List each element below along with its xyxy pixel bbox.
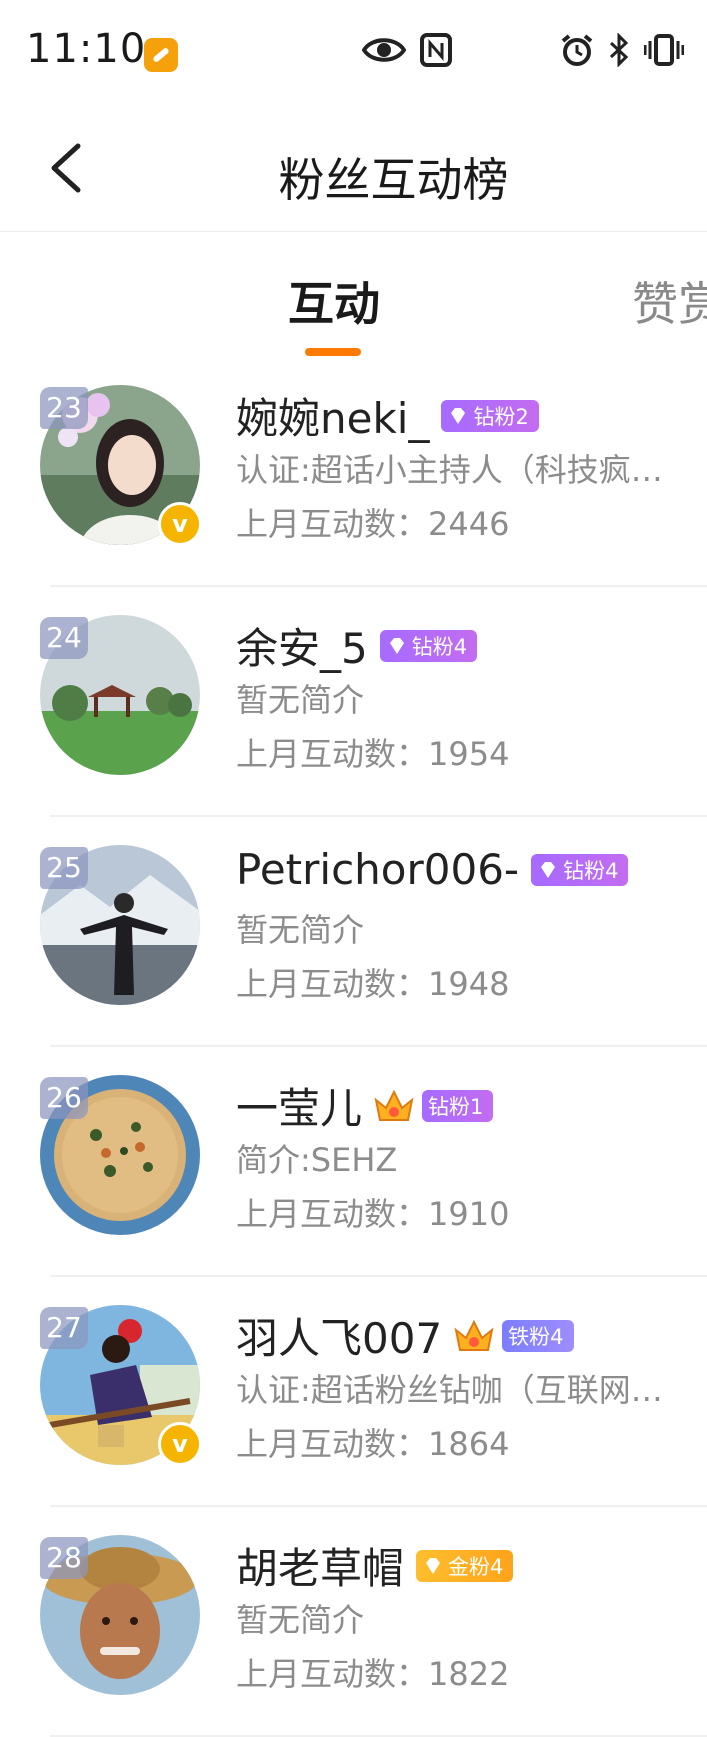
list-item[interactable]: 26 一莹儿 钻粉1 简介:SEHZ 上月互动数：1910 (0, 1047, 707, 1277)
count-value: 1822 (428, 1655, 510, 1693)
tab-interaction[interactable]: 互动 (288, 268, 380, 334)
name-line: 余安_5 钻粉4 (236, 615, 478, 676)
app-notification-icon (144, 38, 178, 72)
count-value: 1954 (428, 735, 510, 773)
user-bio: 认证:超话粉丝钻咖（互联网… (236, 1371, 663, 1409)
rank-badge: 28 (40, 1537, 88, 1579)
count-label: 上月互动数： (236, 1195, 429, 1233)
eye-icon (361, 35, 407, 69)
count-label: 上月互动数： (236, 505, 429, 543)
count-label: 上月互动数： (236, 735, 429, 773)
status-icons-right (560, 30, 685, 74)
fan-level-badge: 钻粉4 (379, 629, 478, 662)
count-label: 上月互动数： (236, 1425, 429, 1463)
rank-badge: 25 (40, 847, 88, 889)
fan-level-label: 金粉4 (448, 1554, 504, 1579)
fan-level-label: 钻粉1 (428, 1094, 484, 1119)
user-bio: 暂无简介 (236, 911, 365, 949)
name-line: 羽人飞007 铁粉4 (236, 1305, 574, 1366)
user-bio: 认证:超话小主持人（科技疯… (236, 451, 663, 489)
fan-level-badge: 金粉4 (416, 1549, 514, 1582)
list-item[interactable]: 24 余安_5 钻粉4 暂无简介 上月互动数：1954 (0, 587, 707, 817)
fan-level-label: 钻粉4 (563, 858, 619, 883)
bluetooth-icon (608, 32, 630, 71)
user-name[interactable]: Petrichor006- (236, 845, 519, 894)
count-value: 1948 (428, 965, 510, 1003)
count-label: 上月互动数： (236, 1655, 429, 1693)
page-title: 粉丝互动榜 (278, 153, 509, 207)
interaction-count: 上月互动数：1954 (236, 729, 509, 775)
user-bio: 暂无简介 (236, 681, 365, 719)
fan-level-badge: 铁粉4 (502, 1319, 574, 1352)
diamond-icon (389, 637, 404, 654)
name-line: 胡老草帽 金粉4 (236, 1535, 514, 1596)
header-bar: 粉丝互动榜 (0, 106, 707, 232)
fan-level-label: 铁粉4 (508, 1324, 564, 1349)
crown-icon (454, 1319, 494, 1351)
active-tab-indicator (305, 348, 361, 356)
diamond-icon (451, 407, 466, 424)
list-item[interactable]: 28 胡老草帽 金粉4 暂无简介 上月互动数：1822 (0, 1507, 707, 1737)
status-bar: 11:10 (0, 0, 707, 106)
count-label: 上月互动数： (236, 965, 429, 1003)
fan-level-badge: 钻粉2 (441, 399, 539, 432)
interaction-count: 上月互动数：1948 (236, 959, 509, 1005)
rank-badge: 27 (40, 1307, 88, 1349)
fan-level-badge: 钻粉1 (422, 1089, 494, 1122)
user-name[interactable]: 一莹儿 (236, 1075, 362, 1136)
count-value: 2446 (428, 505, 510, 543)
interaction-count: 上月互动数：1864 (236, 1419, 509, 1465)
tab-bar: 互动 赞赏 (0, 232, 707, 357)
fan-level-label: 钻粉4 (411, 634, 468, 659)
interaction-count: 上月互动数：2446 (236, 499, 509, 545)
count-value: 1864 (428, 1425, 510, 1463)
verified-icon: v (158, 502, 202, 546)
rank-badge: 23 (40, 387, 88, 429)
diamond-icon (426, 1557, 441, 1574)
diamond-icon (541, 861, 556, 878)
name-line: Petrichor006- 钻粉4 (236, 845, 629, 894)
count-value: 1910 (428, 1195, 510, 1233)
list-item[interactable]: 23 v 婉婉neki_ 钻粉2 认证:超话小主持人（科技疯… 上月互动数：24… (0, 357, 707, 587)
list-item[interactable]: 27 v 羽人飞007 铁粉4 认证:超话粉丝钻咖（互联网… 上月互动数：186… (0, 1277, 707, 1507)
fan-level-badge: 钻粉4 (531, 853, 629, 886)
user-name[interactable]: 婉婉neki_ (236, 385, 429, 446)
user-name[interactable]: 余安_5 (236, 615, 368, 676)
status-icons-middle (361, 30, 452, 74)
nfc-icon (420, 33, 452, 71)
name-line: 婉婉neki_ 钻粉2 (236, 385, 539, 446)
user-name[interactable]: 羽人飞007 (236, 1305, 442, 1366)
name-line: 一莹儿 钻粉1 (236, 1075, 494, 1136)
tab-reward[interactable]: 赞赏 (632, 268, 707, 334)
fan-ranking-list: 23 v 婉婉neki_ 钻粉2 认证:超话小主持人（科技疯… 上月互动数：24… (0, 357, 707, 1737)
vibrate-icon (643, 33, 685, 71)
interaction-count: 上月互动数：1822 (236, 1649, 509, 1695)
rank-badge: 26 (40, 1077, 88, 1119)
user-bio: 暂无简介 (236, 1601, 365, 1639)
verified-icon: v (158, 1422, 202, 1466)
user-name[interactable]: 胡老草帽 (236, 1535, 404, 1596)
crown-icon (374, 1089, 414, 1121)
fan-level-label: 钻粉2 (473, 404, 529, 429)
alarm-icon (560, 33, 594, 71)
interaction-count: 上月互动数：1910 (236, 1189, 509, 1235)
status-time: 11:10 (26, 26, 147, 72)
rank-badge: 24 (40, 617, 88, 659)
user-bio: 简介:SEHZ (236, 1141, 398, 1179)
list-item[interactable]: 25 Petrichor006- 钻粉4 暂无简介 上月互动数：1948 (0, 817, 707, 1047)
